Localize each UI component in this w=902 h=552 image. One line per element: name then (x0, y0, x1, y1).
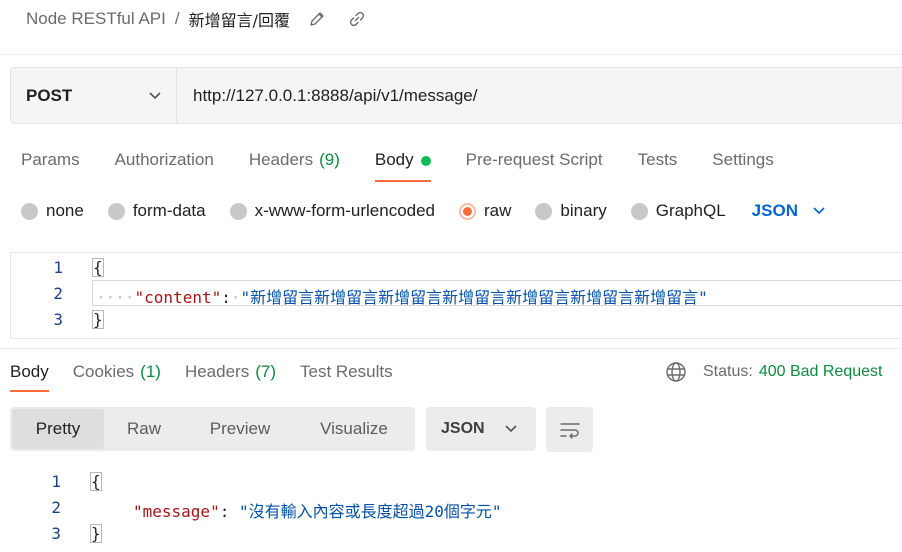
line-number: 3 (53, 310, 63, 329)
radio-none[interactable]: none (21, 201, 84, 221)
indent-whitespace: ···· (96, 288, 135, 307)
json-key: "content" (134, 288, 222, 307)
section-divider (0, 348, 902, 349)
json-key: "message" (133, 502, 220, 521)
response-headers-count: (7) (255, 362, 276, 381)
response-tab-body[interactable]: Body (10, 362, 49, 392)
radio-form-data[interactable]: form-data (107, 201, 206, 221)
response-tab-cookies[interactable]: Cookies (1) (73, 362, 161, 388)
request-tabs: Params Authorization Headers (9) Body Pre… (21, 148, 809, 184)
radio-x-www-form-urlencoded[interactable]: x-www-form-urlencoded (229, 201, 435, 221)
json-value: "新增留言新增留言新增留言新增留言新增留言新增留言新增留言" (240, 288, 708, 307)
json-colon: : (221, 288, 231, 307)
json-value: "沒有輸入內容或長度超過20個字元" (238, 502, 502, 521)
breadcrumb: Node RESTful API / 新增留言/回覆 (26, 8, 370, 30)
body-type-options: none form-data x-www-form-urlencoded raw… (21, 200, 826, 222)
chevron-down-icon (813, 207, 825, 215)
tab-params[interactable]: Params (21, 148, 80, 184)
pencil-icon[interactable] (304, 8, 330, 30)
line-number: 1 (51, 472, 61, 491)
response-line-3: } (90, 524, 102, 543)
code-line-3: } (92, 310, 104, 329)
view-mode-pretty[interactable]: Pretty (12, 409, 104, 449)
body-indicator-dot (420, 156, 431, 166)
line-number: 3 (51, 524, 61, 543)
radio-circle (107, 202, 125, 220)
radio-circle (630, 202, 648, 220)
line-number: 2 (51, 498, 61, 517)
body-format-select[interactable]: JSON (752, 201, 826, 221)
header-divider (0, 54, 902, 55)
close-brace: } (92, 310, 104, 329)
radio-circle (229, 202, 247, 220)
code-line-2: ····"content":·"新增留言新增留言新增留言新增留言新增留言新增留言… (96, 284, 708, 308)
chevron-down-icon (505, 425, 517, 433)
response-status: Status: 400 Bad Request (665, 360, 882, 384)
tab-settings[interactable]: Settings (712, 148, 773, 184)
collection-name[interactable]: Node RESTful API (26, 9, 166, 29)
tab-headers[interactable]: Headers (9) (249, 148, 340, 184)
status-value[interactable]: 400 Bad Request (759, 363, 883, 381)
tab-body[interactable]: Body (374, 148, 431, 184)
request-bar: POST http://127.0.0.1:8888/api/v1/messag… (10, 67, 902, 124)
radio-circle (535, 202, 553, 220)
radio-binary[interactable]: binary (535, 201, 607, 221)
response-line-2: "message": "沒有輸入內容或長度超過20個字元" (133, 498, 502, 522)
tab-tests[interactable]: Tests (638, 148, 678, 184)
view-mode-raw[interactable]: Raw (104, 409, 184, 449)
method-select[interactable]: POST (11, 68, 177, 123)
cookies-count: (1) (140, 362, 161, 381)
open-brace: { (92, 258, 104, 277)
response-tabs: Body Cookies (1) Headers (7) Test Results (10, 362, 417, 392)
breadcrumb-separator: / (174, 9, 180, 28)
line-number: 2 (53, 284, 63, 303)
space-whitespace: · (230, 288, 241, 307)
open-brace: { (90, 472, 102, 491)
tab-pre-request-script[interactable]: Pre-request Script (466, 148, 603, 184)
wrap-lines-button[interactable] (546, 407, 593, 452)
response-tab-test-results[interactable]: Test Results (300, 362, 393, 388)
code-line-1: { (92, 258, 104, 277)
view-mode-visualize[interactable]: Visualize (296, 409, 412, 449)
radio-circle (21, 202, 38, 220)
wrap-lines-icon (559, 422, 580, 439)
headers-count: (9) (319, 150, 340, 169)
globe-icon[interactable] (665, 361, 687, 383)
radio-raw[interactable]: raw (459, 201, 511, 221)
json-colon: : (219, 502, 230, 521)
status-label: Status: (703, 363, 753, 380)
line-number: 1 (53, 258, 63, 277)
response-line-1: { (90, 472, 102, 491)
radio-graphql[interactable]: GraphQL (630, 201, 726, 221)
view-mode-selector: Pretty Raw Preview Visualize (10, 407, 415, 451)
tab-authorization[interactable]: Authorization (115, 148, 214, 184)
method-label: POST (26, 85, 73, 105)
response-format-select[interactable]: JSON (426, 407, 536, 451)
request-name[interactable]: 新增留言/回覆 (189, 7, 290, 31)
close-brace: } (90, 524, 102, 543)
view-mode-preview[interactable]: Preview (184, 409, 296, 449)
link-icon[interactable] (344, 8, 370, 30)
response-tab-headers[interactable]: Headers (7) (185, 362, 276, 388)
url-input[interactable]: http://127.0.0.1:8888/api/v1/message/ (177, 68, 902, 123)
chevron-down-icon (149, 91, 161, 99)
radio-circle-selected (459, 202, 477, 220)
